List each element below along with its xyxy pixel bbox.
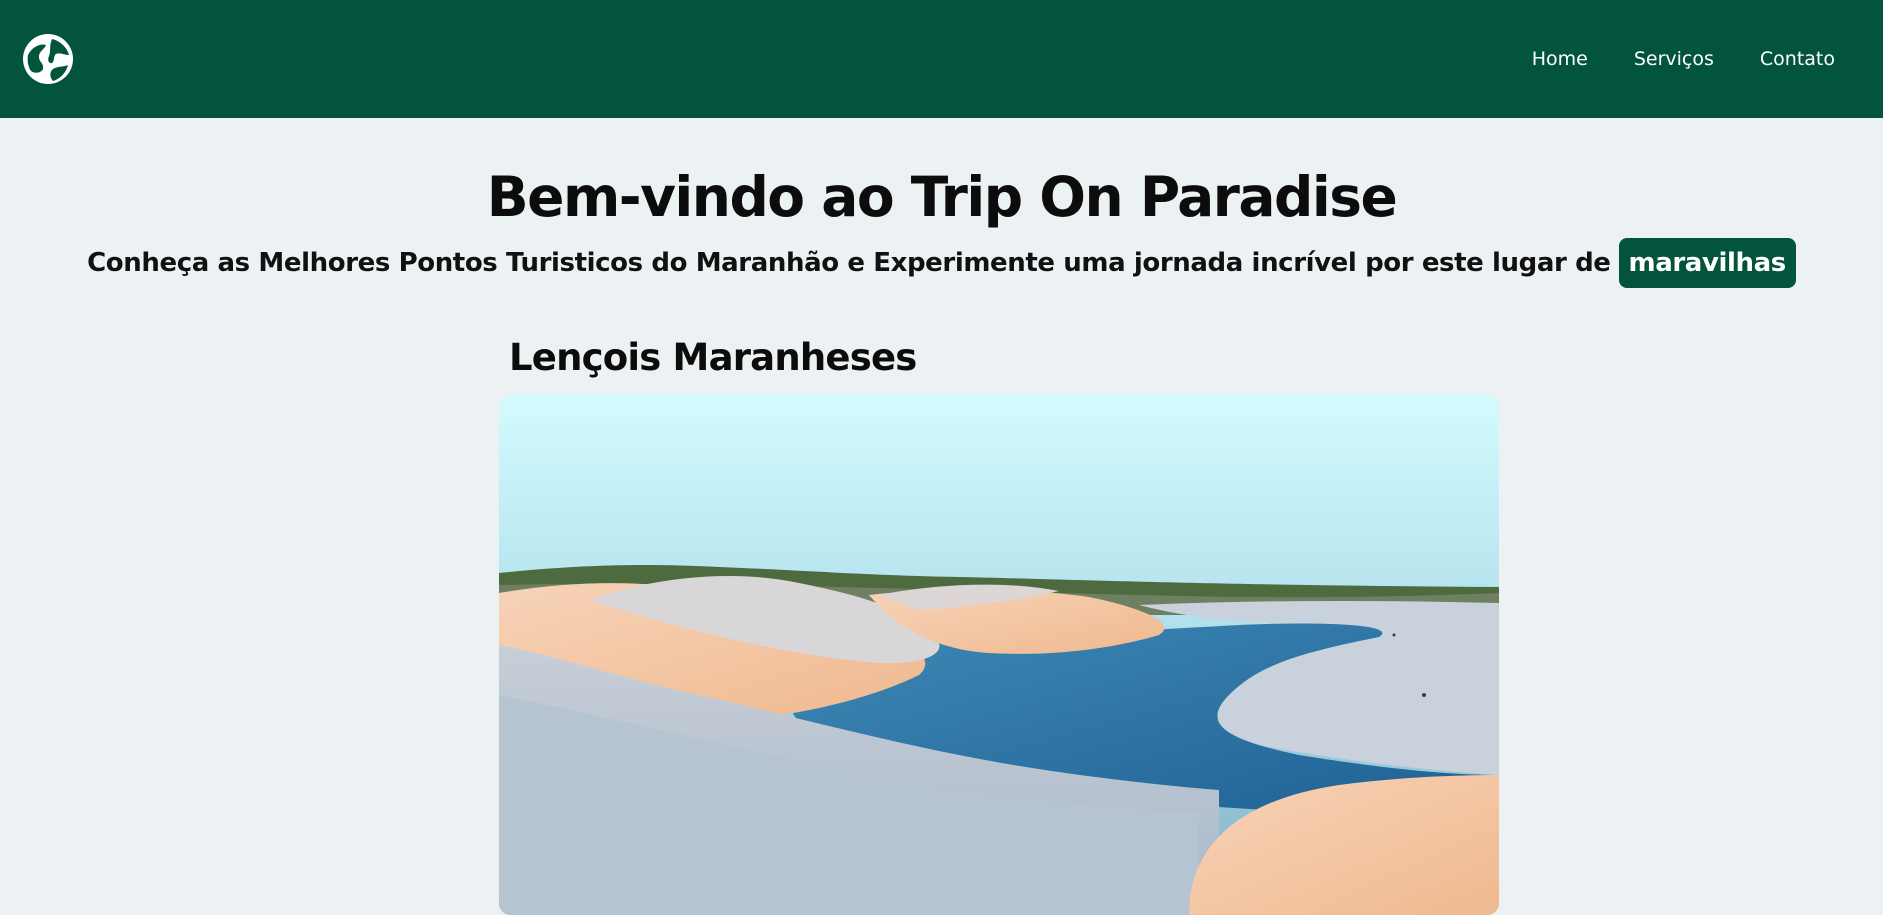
destination-title: Lençois Maranheses	[509, 336, 917, 379]
highlight-badge: maravilhas	[1618, 238, 1796, 288]
hero-section: Bem-vindo ao Trip On Paradise Conheça as…	[0, 118, 1883, 288]
destination-photo	[499, 395, 1499, 915]
globe-icon[interactable]	[22, 33, 74, 85]
page-title: Bem-vindo ao Trip On Paradise	[486, 165, 1398, 229]
dunes-landscape-image	[499, 395, 1499, 915]
top-navbar: Home Serviços Contato	[0, 0, 1883, 118]
nav-link-servicos[interactable]: Serviços	[1634, 48, 1714, 70]
nav-link-home[interactable]: Home	[1532, 48, 1588, 70]
nav-link-contato[interactable]: Contato	[1760, 48, 1835, 70]
hero-subtitle-text: Conheça as Melhores Pontos Turisticos do…	[87, 248, 1611, 278]
hero-subtitle: Conheça as Melhores Pontos Turisticos do…	[0, 238, 1883, 288]
main-nav: Home Serviços Contato	[1532, 48, 1835, 70]
